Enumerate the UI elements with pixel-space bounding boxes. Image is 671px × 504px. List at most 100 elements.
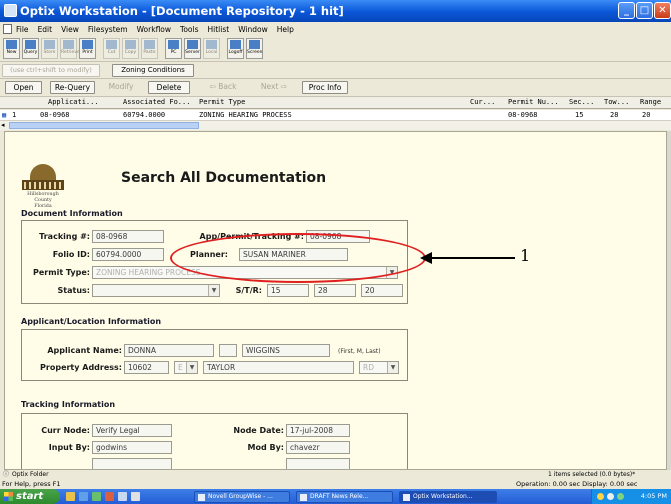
zoning-conditions-button[interactable]: Zoning Conditions	[112, 64, 194, 77]
row-application: 08-0968	[40, 111, 70, 119]
curr-node-field[interactable]: Verify Legal	[92, 424, 172, 437]
folio-field[interactable]: 60794.0000	[92, 248, 164, 261]
next-button[interactable]: Next ⇨	[252, 81, 296, 94]
applicant-name-label: Applicant Name:	[47, 346, 122, 355]
section-field[interactable]: 15	[267, 284, 309, 297]
menu-tools[interactable]: Tools	[180, 25, 198, 34]
applicant-middle-field[interactable]	[219, 344, 237, 357]
menu-window[interactable]: Window	[238, 25, 268, 34]
range-field[interactable]: 20	[361, 284, 403, 297]
retrieve-button[interactable]: Retrieve	[60, 38, 80, 59]
col-range[interactable]: Range	[640, 97, 661, 108]
back-button[interactable]: ⇦ Back	[203, 81, 243, 94]
task-draft-news[interactable]: DRAFT News Rele...	[296, 491, 393, 503]
direction-select[interactable]: E ▼	[174, 361, 198, 374]
row-permit-type: ZONING HEARING PROCESS	[199, 111, 292, 119]
menu-workflow[interactable]: Workflow	[137, 25, 171, 34]
status-bar-help: For Help, press F1 Operation: 0.00 sec D…	[0, 479, 671, 489]
copy-button[interactable]: Copy	[122, 38, 139, 59]
suffix-select[interactable]: RD ▼	[359, 361, 399, 374]
applicant-last-field[interactable]: WIGGINS	[242, 344, 330, 357]
cut-button[interactable]: Cut	[103, 38, 120, 59]
chevron-down-icon[interactable]: ▼	[186, 362, 197, 373]
applicant-first-field[interactable]: DONNA	[124, 344, 214, 357]
print-button[interactable]: Print	[79, 38, 96, 59]
title-bar[interactable]: Optix Workstation - [Document Repository…	[0, 0, 671, 22]
quicklaunch-icon[interactable]	[118, 492, 127, 501]
new-button[interactable]: New	[3, 38, 20, 59]
paste-button[interactable]: Paste	[141, 38, 158, 59]
status-label: Status:	[57, 286, 90, 295]
menu-file[interactable]: File	[16, 25, 29, 34]
start-button[interactable]: start	[0, 489, 60, 504]
maximize-icon[interactable]: □	[636, 2, 653, 19]
address-number-field[interactable]: 10602	[124, 361, 169, 374]
menu-hitlist[interactable]: Hitlist	[208, 25, 230, 34]
requery-button[interactable]: Re-Query	[50, 81, 95, 94]
col-current[interactable]: Cur...	[470, 97, 495, 108]
horizontal-scrollbar[interactable]: ◂	[0, 120, 671, 130]
extra-field-right[interactable]	[286, 458, 350, 469]
col-permit-number[interactable]: Permit Nu...	[508, 97, 559, 108]
task-groupwise[interactable]: Novell GroupWise - ...	[194, 491, 290, 503]
query-button[interactable]: Query	[22, 38, 39, 59]
tracking-box: Curr Node: Verify Legal Node Date: 17-ju…	[21, 413, 408, 469]
menu-view[interactable]: View	[61, 25, 79, 34]
table-row[interactable]: ▦ 1 08-0968 60794.0000 ZONING HEARING PR…	[0, 110, 671, 120]
name-format-hint: (First, M, Last)	[338, 348, 381, 355]
township-field[interactable]: 28	[314, 284, 356, 297]
street-field[interactable]: TAYLOR	[203, 361, 354, 374]
row-permit-number: 08-0968	[508, 111, 538, 119]
modify-button[interactable]: Modify	[101, 81, 141, 94]
clock[interactable]: 4:05 PM	[641, 492, 667, 500]
status-select[interactable]: ▼	[92, 284, 220, 297]
toolbar: New Query Store Retrieve Print Cut Copy …	[0, 36, 671, 62]
quicklaunch-icon[interactable]	[92, 492, 101, 501]
delete-button[interactable]: Delete	[148, 81, 190, 94]
col-permit-type[interactable]: Permit Type	[199, 97, 245, 108]
mod-by-label: Mod By:	[247, 443, 284, 452]
query-icon	[25, 40, 36, 49]
open-button[interactable]: Open	[5, 81, 42, 94]
minimize-icon[interactable]: _	[618, 2, 635, 19]
tray-icon[interactable]	[597, 493, 604, 500]
server-icon	[187, 40, 198, 49]
planner-highlight-ellipse	[170, 233, 426, 283]
proc-info-button[interactable]: Proc Info	[302, 81, 348, 94]
tracking-field[interactable]: 08-0968	[92, 230, 164, 243]
node-date-field[interactable]: 17-jul-2008	[286, 424, 350, 437]
server-button[interactable]: Server	[184, 38, 201, 59]
paste-icon	[144, 40, 155, 49]
chevron-down-icon[interactable]: ▼	[208, 285, 219, 296]
menu-edit[interactable]: Edit	[38, 25, 53, 34]
extra-field-left[interactable]	[92, 458, 172, 469]
col-associated-folio[interactable]: Associated Fo...	[123, 97, 190, 108]
col-township[interactable]: Tow...	[604, 97, 629, 108]
col-application[interactable]: Applicati...	[48, 97, 99, 108]
window-title: Optix Workstation - [Document Repository…	[20, 4, 344, 18]
menu-filesystem[interactable]: Filesystem	[88, 25, 128, 34]
menu-help[interactable]: Help	[277, 25, 294, 34]
mod-by-field[interactable]: chavezr	[286, 441, 350, 454]
screen-button[interactable]: Screen	[246, 38, 263, 59]
quicklaunch-icon[interactable]	[66, 492, 75, 501]
chevron-down-icon[interactable]: ▼	[387, 362, 398, 373]
store-button[interactable]: Store	[41, 38, 58, 59]
vertical-scrollbar[interactable]	[667, 131, 671, 470]
local-button[interactable]: Local	[203, 38, 220, 59]
input-by-field[interactable]: godwins	[92, 441, 172, 454]
quicklaunch-icon[interactable]	[79, 492, 88, 501]
quicklaunch-icon[interactable]	[131, 492, 140, 501]
ctrl-shift-modify-button[interactable]: (use ctrl+shift to modify)	[2, 64, 100, 77]
close-icon[interactable]: ✕	[654, 2, 671, 19]
quicklaunch-icon[interactable]	[105, 492, 114, 501]
tray-icon[interactable]	[607, 493, 614, 500]
applicant-box: Applicant Name: DONNA WIGGINS (First, M,…	[21, 329, 408, 381]
col-section[interactable]: Sec...	[569, 97, 594, 108]
scroll-thumb[interactable]	[9, 122, 199, 129]
pc-button[interactable]: PC	[165, 38, 182, 59]
logoff-button[interactable]: Logoff	[227, 38, 244, 59]
tray-icon[interactable]	[617, 493, 624, 500]
task-optix[interactable]: Optix Workstation...	[399, 491, 497, 503]
scroll-left-icon[interactable]: ◂	[1, 121, 5, 130]
